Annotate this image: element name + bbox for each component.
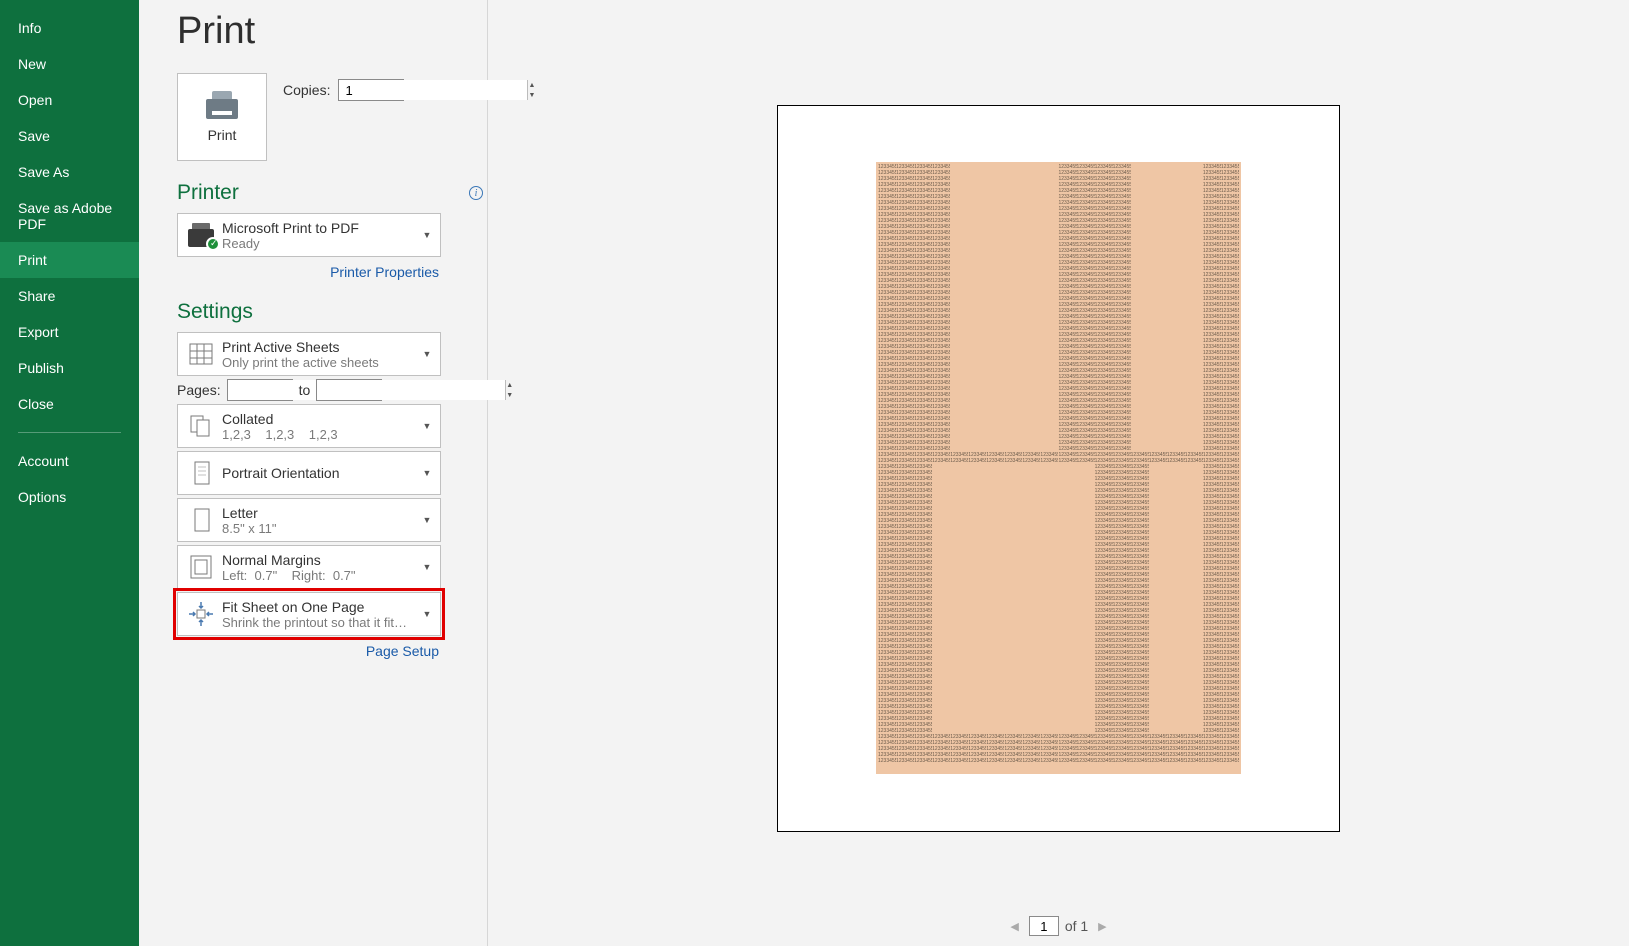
- printer-select[interactable]: Microsoft Print to PDF Ready ▼: [177, 213, 441, 257]
- margins-primary: Normal Margins: [222, 552, 420, 568]
- printer-properties-link[interactable]: Printer Properties: [177, 260, 441, 280]
- sidebar-item-print[interactable]: Print: [0, 242, 139, 278]
- scaling-secondary: Shrink the printout so that it fit…: [222, 615, 420, 630]
- chevron-down-icon: ▼: [420, 421, 434, 431]
- paper-icon: [187, 506, 215, 534]
- sidebar-item-save-as[interactable]: Save As: [0, 154, 139, 190]
- pages-from-stepper[interactable]: ▲▼: [227, 379, 293, 401]
- sidebar-divider: [18, 432, 121, 433]
- sidebar-item-publish[interactable]: Publish: [0, 350, 139, 386]
- paper-primary: Letter: [222, 505, 420, 521]
- page-preview: 1233455123345512334551233455123345512334…: [777, 105, 1340, 832]
- sidebar-item-close[interactable]: Close: [0, 386, 139, 422]
- collate-primary: Collated: [222, 411, 420, 427]
- printer-name: Microsoft Print to PDF: [222, 220, 420, 236]
- printer-status: Ready: [222, 236, 420, 251]
- sidebar-item-new[interactable]: New: [0, 46, 139, 82]
- sidebar-item-save[interactable]: Save: [0, 118, 139, 154]
- chevron-down-icon: ▼: [420, 515, 434, 525]
- print-button-label: Print: [208, 127, 237, 143]
- chevron-down-icon: ▼: [420, 562, 434, 572]
- sidebar-item-open[interactable]: Open: [0, 82, 139, 118]
- page-title: Print: [177, 10, 487, 53]
- printer-status-icon: [186, 223, 216, 247]
- next-page-button[interactable]: ▶: [1094, 916, 1110, 937]
- info-icon[interactable]: i: [469, 186, 483, 200]
- sidebar-item-save-as-adobe-pdf[interactable]: Save as Adobe PDF: [0, 190, 139, 242]
- portrait-icon: [187, 459, 215, 487]
- scaling-primary: Fit Sheet on One Page: [222, 599, 420, 615]
- printer-header: Printer: [177, 181, 239, 205]
- chevron-down-icon: ▼: [420, 349, 434, 359]
- paper-secondary: 8.5" x 11": [222, 521, 420, 536]
- pages-to-label: to: [299, 382, 311, 398]
- collate-icon: [187, 412, 215, 440]
- print-what-primary: Print Active Sheets: [222, 339, 420, 355]
- sidebar-item-share[interactable]: Share: [0, 278, 139, 314]
- paper-size-select[interactable]: Letter 8.5" x 11" ▼: [177, 498, 441, 542]
- copies-stepper[interactable]: ▲▼: [338, 79, 404, 101]
- margins-select[interactable]: Normal Margins Left: 0.7" Right: 0.7" ▼: [177, 545, 441, 589]
- pages-label: Pages:: [177, 382, 221, 398]
- chevron-down-icon: ▼: [420, 230, 434, 240]
- sheets-icon: [187, 340, 215, 368]
- orientation-primary: Portrait Orientation: [222, 465, 420, 481]
- fit-page-icon: [187, 600, 215, 628]
- sidebar-item-export[interactable]: Export: [0, 314, 139, 350]
- margins-secondary: Left: 0.7" Right: 0.7": [222, 568, 420, 583]
- pages-to-stepper[interactable]: ▲▼: [316, 379, 382, 401]
- backstage-sidebar: InfoNewOpenSaveSave AsSave as Adobe PDFP…: [0, 0, 139, 946]
- collate-select[interactable]: Collated 1,2,3 1,2,3 1,2,3 ▼: [177, 404, 441, 448]
- print-what-secondary: Only print the active sheets: [222, 355, 420, 370]
- page-setup-link[interactable]: Page Setup: [177, 639, 441, 659]
- settings-header: Settings: [177, 300, 253, 324]
- prev-page-button[interactable]: ◀: [1006, 916, 1022, 937]
- chevron-down-icon: ▼: [420, 468, 434, 478]
- margins-icon: [187, 553, 215, 581]
- current-page-input[interactable]: [1029, 916, 1059, 936]
- sidebar-item-account[interactable]: Account: [0, 443, 139, 479]
- page-count-label: of 1: [1065, 918, 1088, 934]
- chevron-down-icon: ▼: [420, 609, 434, 619]
- print-options-pane: Print Print Copies: ▲▼ Printer: [139, 0, 487, 946]
- orientation-select[interactable]: Portrait Orientation ▼: [177, 451, 441, 495]
- page-preview-content: 1233455123345512334551233455123345512334…: [876, 162, 1241, 774]
- sidebar-item-options[interactable]: Options: [0, 479, 139, 515]
- print-what-select[interactable]: Print Active Sheets Only print the activ…: [177, 332, 441, 376]
- pages-to-input[interactable]: [317, 380, 505, 400]
- printer-icon: [204, 91, 240, 119]
- print-button[interactable]: Print: [177, 73, 267, 161]
- sidebar-item-info[interactable]: Info: [0, 10, 139, 46]
- collate-secondary: 1,2,3 1,2,3 1,2,3: [222, 427, 420, 442]
- copies-label: Copies:: [283, 82, 330, 98]
- preview-pane: 1233455123345512334551233455123345512334…: [488, 0, 1629, 946]
- scaling-select[interactable]: Fit Sheet on One Page Shrink the printou…: [177, 592, 441, 636]
